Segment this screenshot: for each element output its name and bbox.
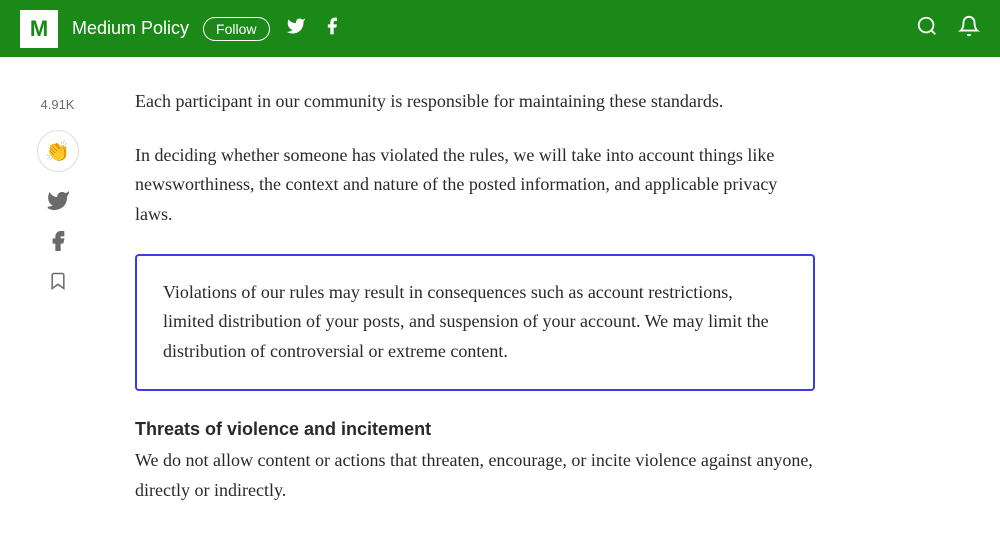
- follow-button[interactable]: Follow: [203, 17, 269, 41]
- clap-count: 4.91K: [41, 97, 75, 112]
- page-body: 4.91K 👏 Each participant in our communit…: [0, 57, 1000, 535]
- violations-text: Violations of our rules may result in co…: [163, 278, 787, 367]
- medium-logo[interactable]: M: [20, 10, 58, 48]
- twitter-header-icon[interactable]: [286, 16, 306, 42]
- header: M Medium Policy Follow: [0, 0, 1000, 57]
- social-icons: [286, 16, 342, 42]
- paragraph-standards: Each participant in our community is res…: [135, 87, 815, 117]
- clap-icon: 👏: [45, 139, 70, 164]
- facebook-share-icon[interactable]: [47, 230, 69, 252]
- clap-button[interactable]: 👏: [37, 130, 79, 172]
- highlighted-violations-box: Violations of our rules may result in co…: [135, 254, 815, 391]
- search-icon[interactable]: [916, 15, 938, 43]
- paragraph-deciding: In deciding whether someone has violated…: [135, 141, 815, 230]
- header-right-controls: [916, 15, 980, 43]
- notifications-icon[interactable]: [958, 15, 980, 43]
- bookmark-icon[interactable]: [48, 270, 68, 292]
- publication-title: Medium Policy: [72, 18, 189, 39]
- article-content: Each participant in our community is res…: [115, 57, 855, 535]
- threats-section: Threats of violence and incitement We do…: [135, 419, 815, 505]
- facebook-header-icon[interactable]: [322, 16, 342, 42]
- threats-title: Threats of violence and incitement: [135, 419, 815, 440]
- twitter-share-icon[interactable]: [47, 190, 69, 212]
- threats-text: We do not allow content or actions that …: [135, 446, 815, 505]
- sidebar: 4.91K 👏: [0, 57, 115, 535]
